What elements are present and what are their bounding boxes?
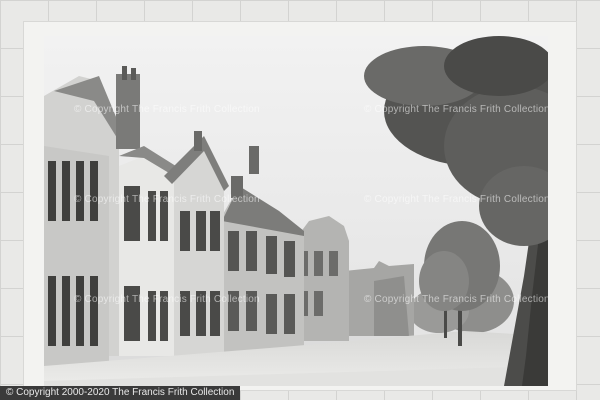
watermark-text: © Copyright The Francis Frith Collection: [364, 104, 548, 115]
watermark-text: © Copyright The Francis Frith Collection: [74, 194, 260, 205]
watermark-text: © Copyright The Francis Frith Collection: [74, 104, 260, 115]
watermark-text: © Copyright The Francis Frith Collection: [364, 294, 548, 305]
street-photograph: © Copyright The Francis Frith Collection…: [44, 36, 548, 386]
watermark-text: © Copyright The Francis Frith Collection: [74, 294, 260, 305]
copyright-credit: © Copyright 2000-2020 The Francis Frith …: [0, 386, 241, 400]
watermark-text: © Copyright The Francis Frith Collection: [364, 194, 548, 205]
